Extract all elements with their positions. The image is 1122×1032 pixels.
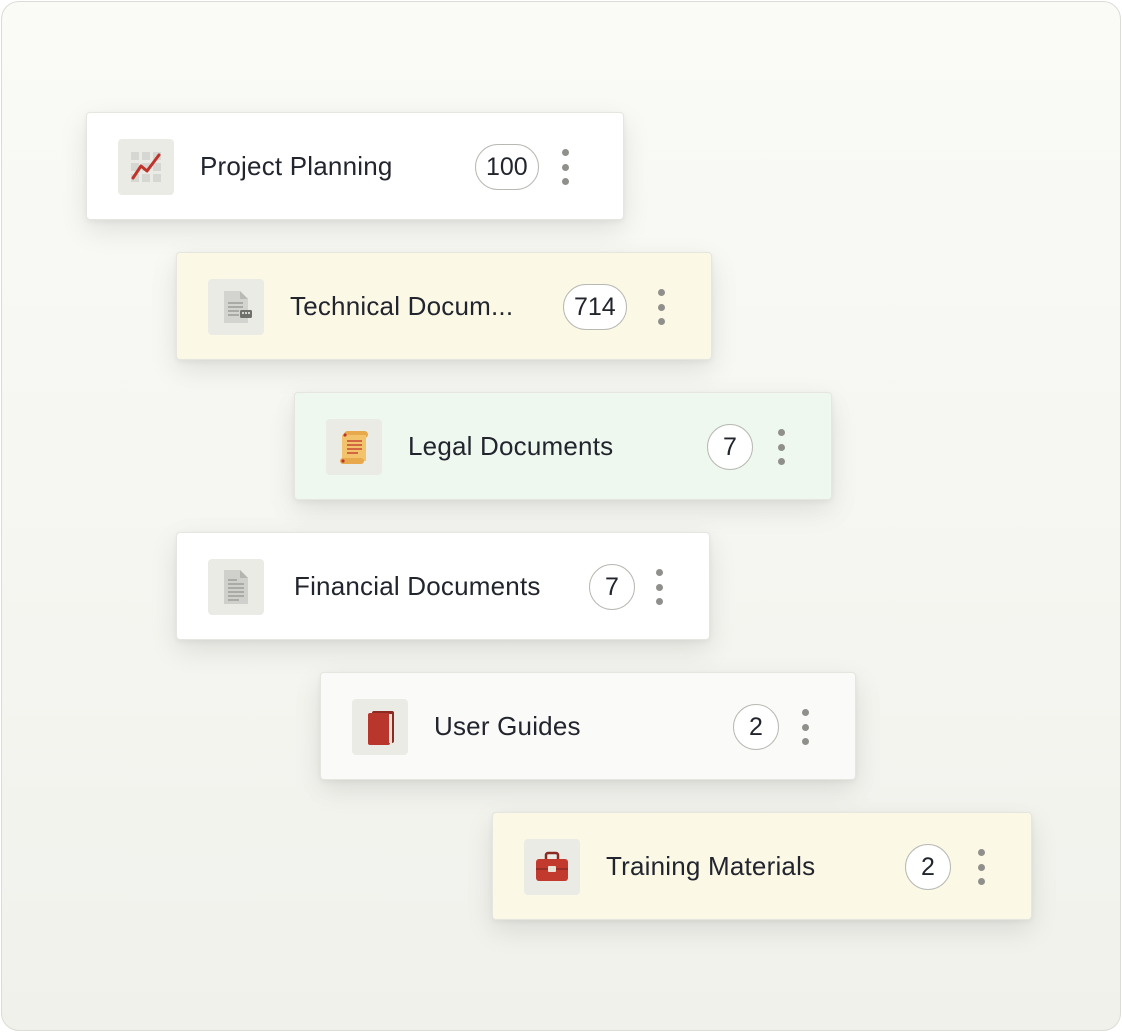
more-options-icon[interactable] xyxy=(971,849,991,885)
folder-card-user-guides[interactable]: User Guides 2 xyxy=(320,672,856,780)
folder-name: Training Materials xyxy=(606,850,816,881)
more-options-icon[interactable] xyxy=(649,569,669,605)
more-options-icon[interactable] xyxy=(651,289,671,325)
folder-card-training-materials[interactable]: Training Materials 2 xyxy=(492,812,1032,920)
folder-stack-panel: Project Planning 100 Technical Docum... … xyxy=(1,1,1121,1031)
item-count-badge: 100 xyxy=(475,144,539,190)
more-options-icon[interactable] xyxy=(555,149,575,185)
scroll-icon xyxy=(326,419,382,475)
folder-card-project-planning[interactable]: Project Planning 100 xyxy=(86,112,624,220)
folder-card-legal-documents[interactable]: Legal Documents 7 xyxy=(294,392,832,500)
briefcase-icon xyxy=(524,839,580,895)
chart-trend-icon xyxy=(118,139,174,195)
more-options-icon[interactable] xyxy=(795,709,815,745)
item-count-badge: 7 xyxy=(707,424,753,470)
technical-document-icon xyxy=(208,279,264,335)
folder-name: User Guides xyxy=(434,710,581,741)
more-options-icon[interactable] xyxy=(771,429,791,465)
folder-name: Legal Documents xyxy=(408,430,614,461)
folder-name: Project Planning xyxy=(200,150,393,181)
document-icon xyxy=(208,559,264,615)
folder-name: Financial Documents xyxy=(294,570,541,601)
item-count-badge: 714 xyxy=(563,284,627,330)
book-icon xyxy=(352,699,408,755)
folder-card-financial-documents[interactable]: Financial Documents 7 xyxy=(176,532,710,640)
item-count-badge: 7 xyxy=(589,564,635,610)
item-count-badge: 2 xyxy=(733,704,779,750)
item-count-badge: 2 xyxy=(905,844,951,890)
folder-card-technical-documentation[interactable]: Technical Docum... 714 xyxy=(176,252,712,360)
folder-name: Technical Docum... xyxy=(290,290,514,321)
